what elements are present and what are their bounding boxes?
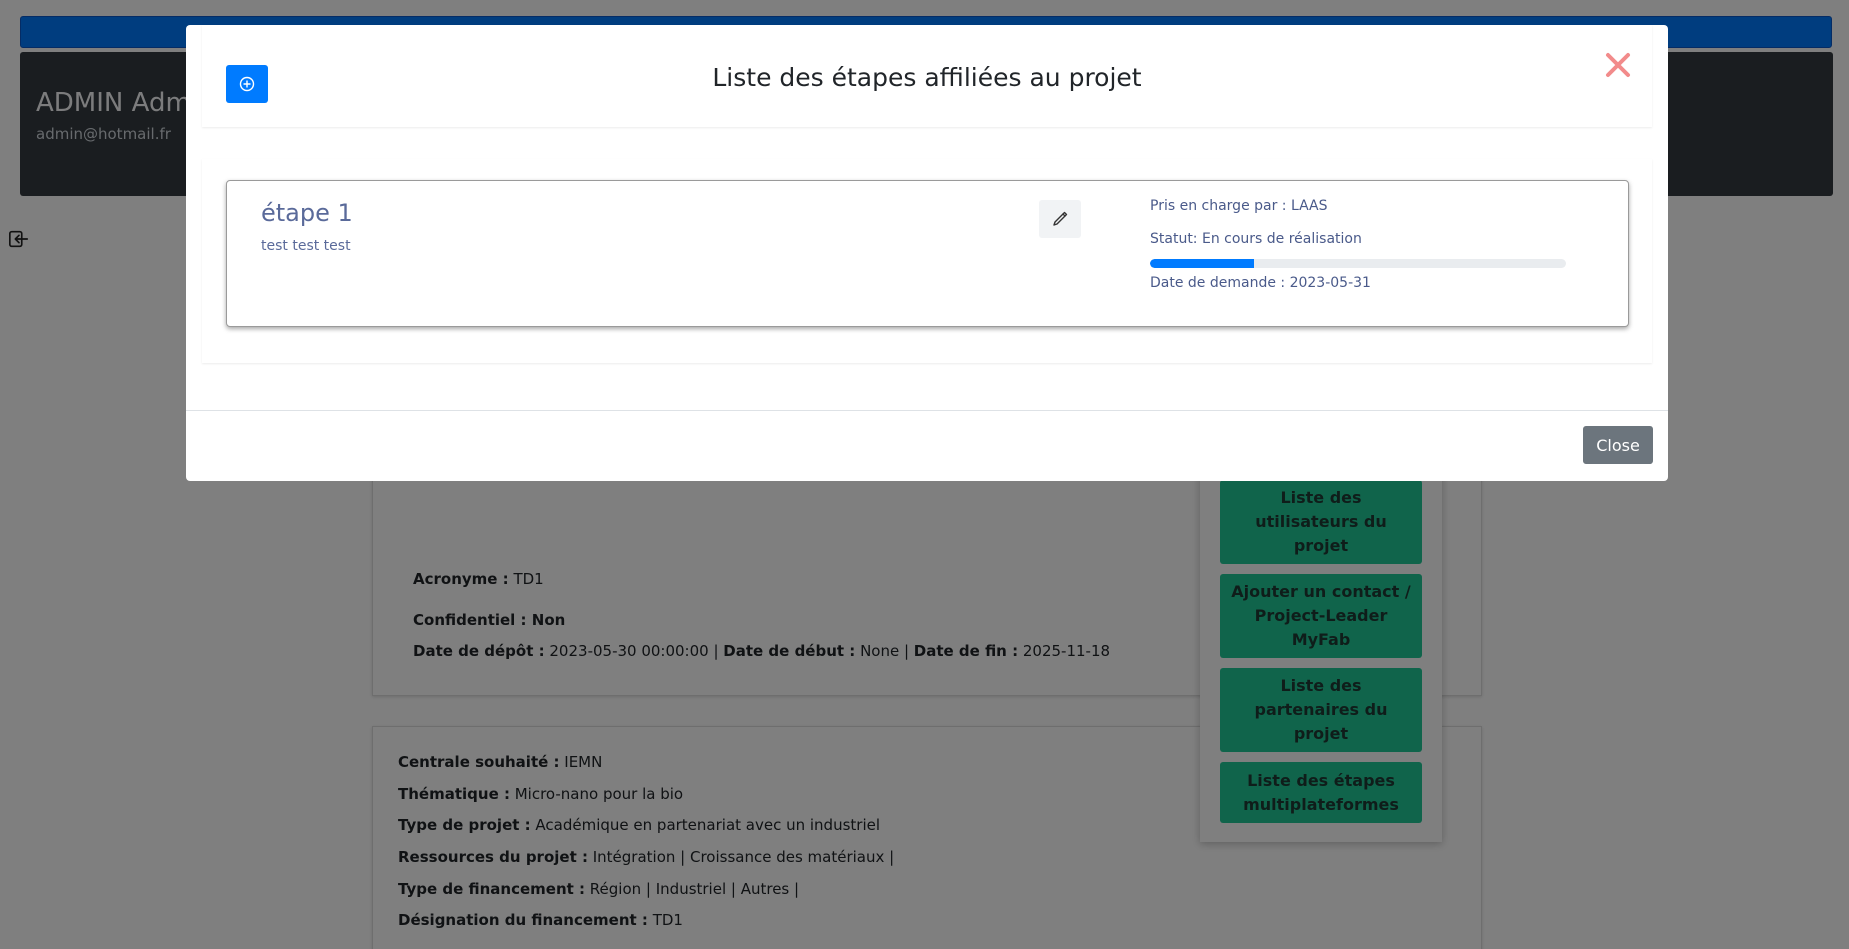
step-request-date: Date de demande : 2023-05-31 bbox=[1150, 275, 1371, 291]
step-handled-by: Pris en charge par : LAAS bbox=[1150, 198, 1328, 214]
close-icon bbox=[1606, 53, 1630, 77]
steps-modal: Liste des étapes affiliées au projet éta… bbox=[186, 25, 1668, 481]
modal-footer-divider bbox=[186, 410, 1668, 411]
step-title: étape 1 bbox=[261, 199, 353, 227]
edit-step-button[interactable] bbox=[1039, 200, 1081, 238]
step-description: test test test bbox=[261, 238, 351, 254]
step-progress-bar bbox=[1150, 259, 1566, 268]
step-status: Statut: En cours de réalisation bbox=[1150, 231, 1362, 247]
close-button[interactable]: Close bbox=[1583, 426, 1653, 464]
step-card: étape 1 test test test Pris en charge pa… bbox=[226, 180, 1629, 327]
pencil-icon bbox=[1053, 211, 1068, 226]
modal-title: Liste des étapes affiliées au projet bbox=[712, 63, 1142, 92]
modal-close-x-button[interactable] bbox=[1598, 45, 1638, 85]
step-progress-fill bbox=[1150, 259, 1254, 268]
